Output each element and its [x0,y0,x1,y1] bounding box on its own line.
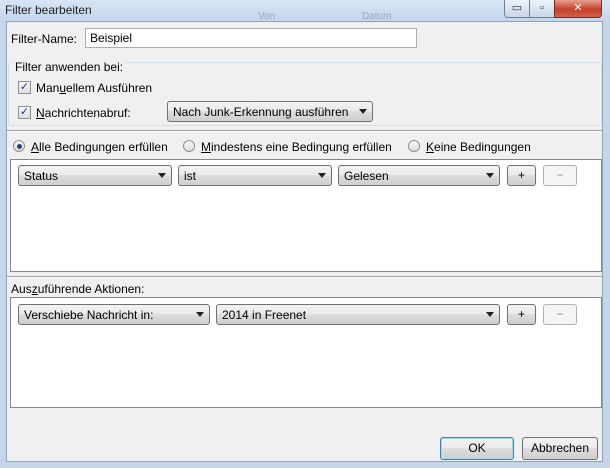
minus-icon: − [556,307,564,321]
fetch-checkbox[interactable]: ✓ [18,106,31,119]
action-target-value: 2014 in Freenet [222,308,307,322]
add-condition-button[interactable]: + [507,165,536,186]
radio-any-condition[interactable] [183,140,195,152]
ok-label: OK [468,441,486,455]
apply-group-title: Filter anwenden bei: [13,60,126,74]
remove-condition-button[interactable]: − [543,165,577,186]
fetch-timing-value: Nach Junk-Erkennung ausführen [173,105,349,119]
radio-no-conditions[interactable] [408,140,420,152]
chevron-down-icon [359,109,367,114]
separator-bottom [7,276,602,278]
radio-all-label[interactable]: Alle Bedingungen erfüllen [31,140,168,154]
cancel-button[interactable]: Abbrechen [522,437,598,460]
action-type-dropdown[interactable]: Verschiebe Nachricht in: [18,304,210,325]
filter-name-input[interactable] [85,28,417,48]
window-title: Filter bearbeiten [5,3,92,17]
maximize-icon: ▫ [540,2,544,14]
close-button[interactable]: ✕ [554,0,602,18]
fetch-timing-dropdown[interactable]: Nach Junk-Erkennung ausführen [167,101,373,122]
chevron-down-icon [318,173,326,178]
maximize-button[interactable]: ▫ [529,0,555,18]
radio-dot [16,143,22,149]
minimize-icon: ▭ [511,2,523,14]
title-bar[interactable]: Filter bearbeiten Von Datum ▭ ▫ ✕ [0,0,610,22]
minimize-button[interactable]: ▭ [504,0,530,18]
checkmark-icon: ✓ [19,106,30,118]
radio-any-label[interactable]: Mindestens eine Bedingung erfüllen [201,140,392,154]
actions-list[interactable]: Verschiebe Nachricht in: 2014 in Freenet… [10,297,602,408]
conditions-list[interactable]: Status ist Gelesen + − [10,159,602,272]
chevron-down-icon [196,312,204,317]
checkmark-icon: ✓ [19,81,30,93]
filter-name-label: Filter-Name: [11,32,78,46]
condition-field-dropdown[interactable]: Status [18,165,172,186]
condition-operator-dropdown[interactable]: ist [178,165,332,186]
manual-run-label[interactable]: Manuellem Ausführen [36,81,152,95]
radio-none-label[interactable]: Keine Bedingungen [426,140,531,154]
plus-icon: + [517,307,525,321]
minus-icon: − [556,168,564,182]
condition-operator-value: ist [184,169,196,183]
dialog-client: Filter-Name: Filter anwenden bei: ✓ Manu… [6,21,603,462]
add-action-button[interactable]: + [507,304,536,325]
ok-button[interactable]: OK [440,437,514,460]
cancel-label: Abbrechen [530,441,590,455]
separator-top [7,130,602,132]
chevron-down-icon [486,173,494,178]
actions-label: Auszuführende Aktionen: [11,282,145,296]
close-icon: ✕ [573,2,583,14]
manual-run-checkbox[interactable]: ✓ [18,81,31,94]
condition-value-value: Gelesen [344,169,389,183]
action-target-dropdown[interactable]: 2014 in Freenet [216,304,500,325]
chevron-down-icon [158,173,166,178]
remove-action-button[interactable]: − [543,304,577,325]
radio-all-conditions[interactable] [13,140,25,152]
condition-field-value: Status [24,169,59,183]
fetch-label[interactable]: Nachrichtenabruf: [36,106,131,120]
action-type-value: Verschiebe Nachricht in: [24,308,154,322]
chevron-down-icon [486,312,494,317]
plus-icon: + [517,168,525,182]
condition-value-dropdown[interactable]: Gelesen [338,165,500,186]
